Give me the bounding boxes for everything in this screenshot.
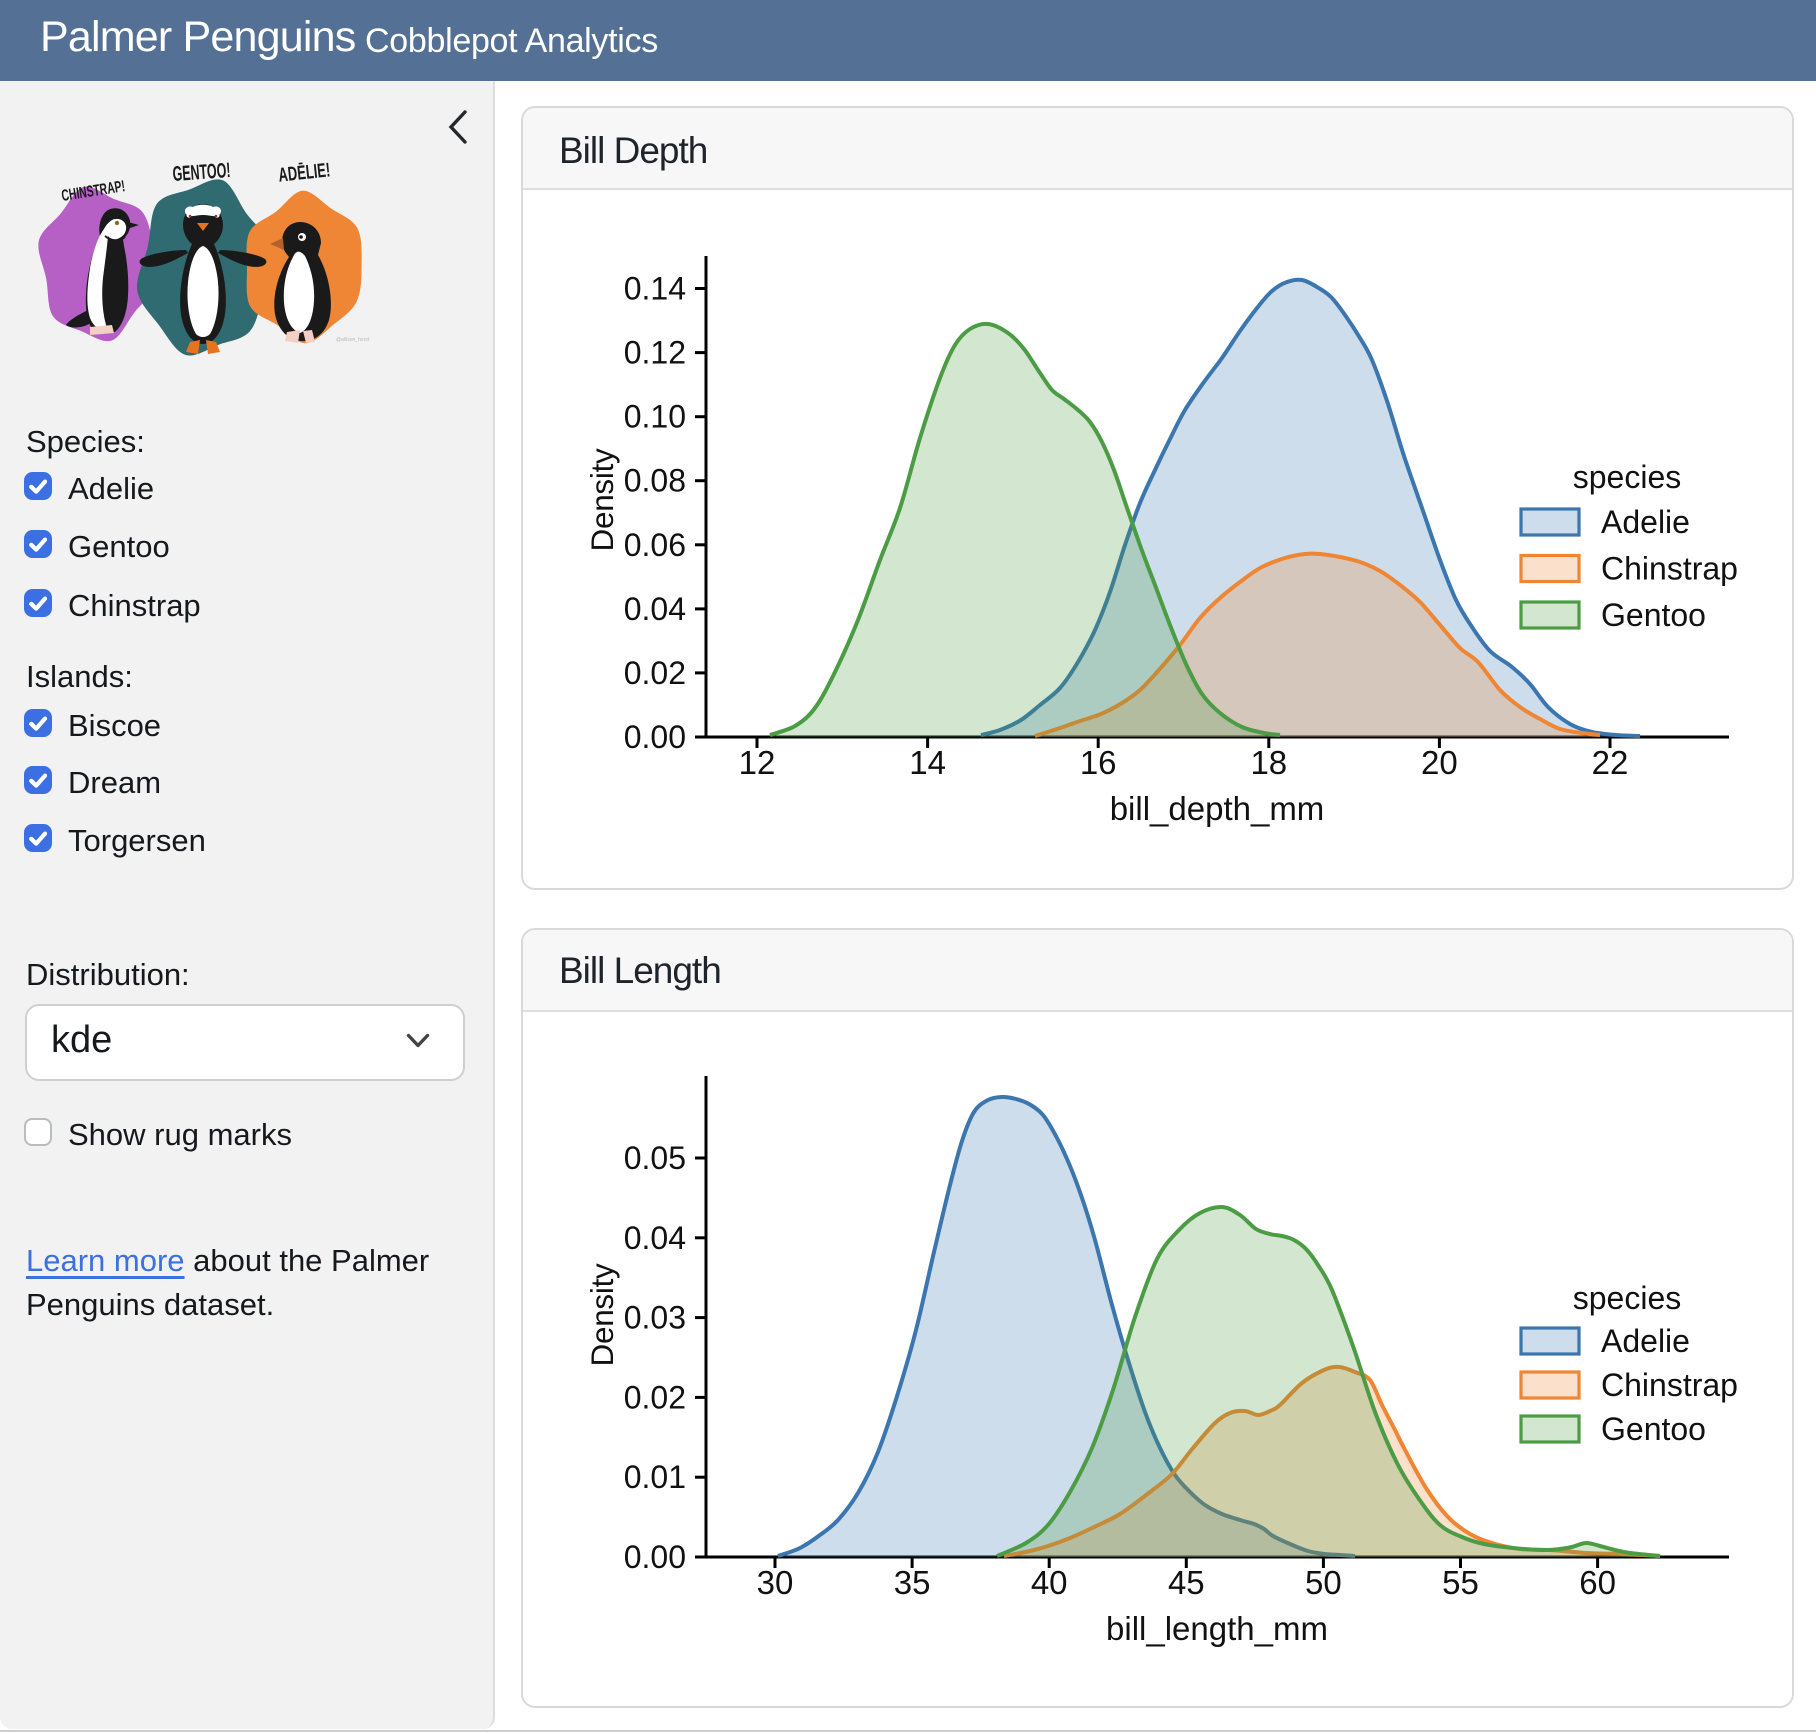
svg-text:20: 20 <box>1421 744 1458 781</box>
svg-text:0.04: 0.04 <box>624 1220 686 1256</box>
svg-text:species: species <box>1573 1280 1682 1316</box>
svg-text:55: 55 <box>1442 1564 1479 1601</box>
svg-text:14: 14 <box>909 744 946 781</box>
svg-text:40: 40 <box>1031 1564 1068 1601</box>
svg-text:50: 50 <box>1305 1564 1342 1601</box>
svg-text:Density: Density <box>584 448 620 551</box>
svg-text:0.08: 0.08 <box>624 463 686 499</box>
svg-text:18: 18 <box>1250 744 1287 781</box>
svg-text:0.14: 0.14 <box>624 271 686 307</box>
svg-text:Density: Density <box>584 1263 620 1366</box>
svg-text:35: 35 <box>894 1564 931 1601</box>
svg-text:12: 12 <box>739 744 776 781</box>
svg-text:bill_length_mm: bill_length_mm <box>1106 1610 1328 1647</box>
svg-text:0.02: 0.02 <box>624 655 686 691</box>
svg-text:bill_depth_mm: bill_depth_mm <box>1110 790 1325 827</box>
svg-text:Chinstrap: Chinstrap <box>1601 1367 1738 1403</box>
svg-text:0.00: 0.00 <box>624 719 686 755</box>
svg-text:45: 45 <box>1168 1564 1205 1601</box>
svg-text:22: 22 <box>1592 744 1629 781</box>
svg-text:0.01: 0.01 <box>624 1459 686 1495</box>
svg-text:0.04: 0.04 <box>624 591 686 627</box>
svg-text:Gentoo: Gentoo <box>1601 597 1706 633</box>
svg-text:Adelie: Adelie <box>1601 504 1690 540</box>
svg-text:0.12: 0.12 <box>624 335 686 371</box>
svg-text:0.10: 0.10 <box>624 399 686 435</box>
svg-text:0.03: 0.03 <box>624 1300 686 1336</box>
svg-text:0.00: 0.00 <box>624 1539 686 1575</box>
svg-text:Adelie: Adelie <box>1601 1323 1690 1359</box>
svg-text:0.06: 0.06 <box>624 527 686 563</box>
svg-text:30: 30 <box>757 1564 794 1601</box>
svg-text:0.02: 0.02 <box>624 1379 686 1415</box>
svg-text:60: 60 <box>1579 1564 1616 1601</box>
svg-text:Gentoo: Gentoo <box>1601 1411 1706 1447</box>
svg-text:Chinstrap: Chinstrap <box>1601 551 1738 587</box>
svg-text:16: 16 <box>1080 744 1117 781</box>
svg-text:species: species <box>1573 459 1682 495</box>
svg-text:0.05: 0.05 <box>624 1140 686 1176</box>
